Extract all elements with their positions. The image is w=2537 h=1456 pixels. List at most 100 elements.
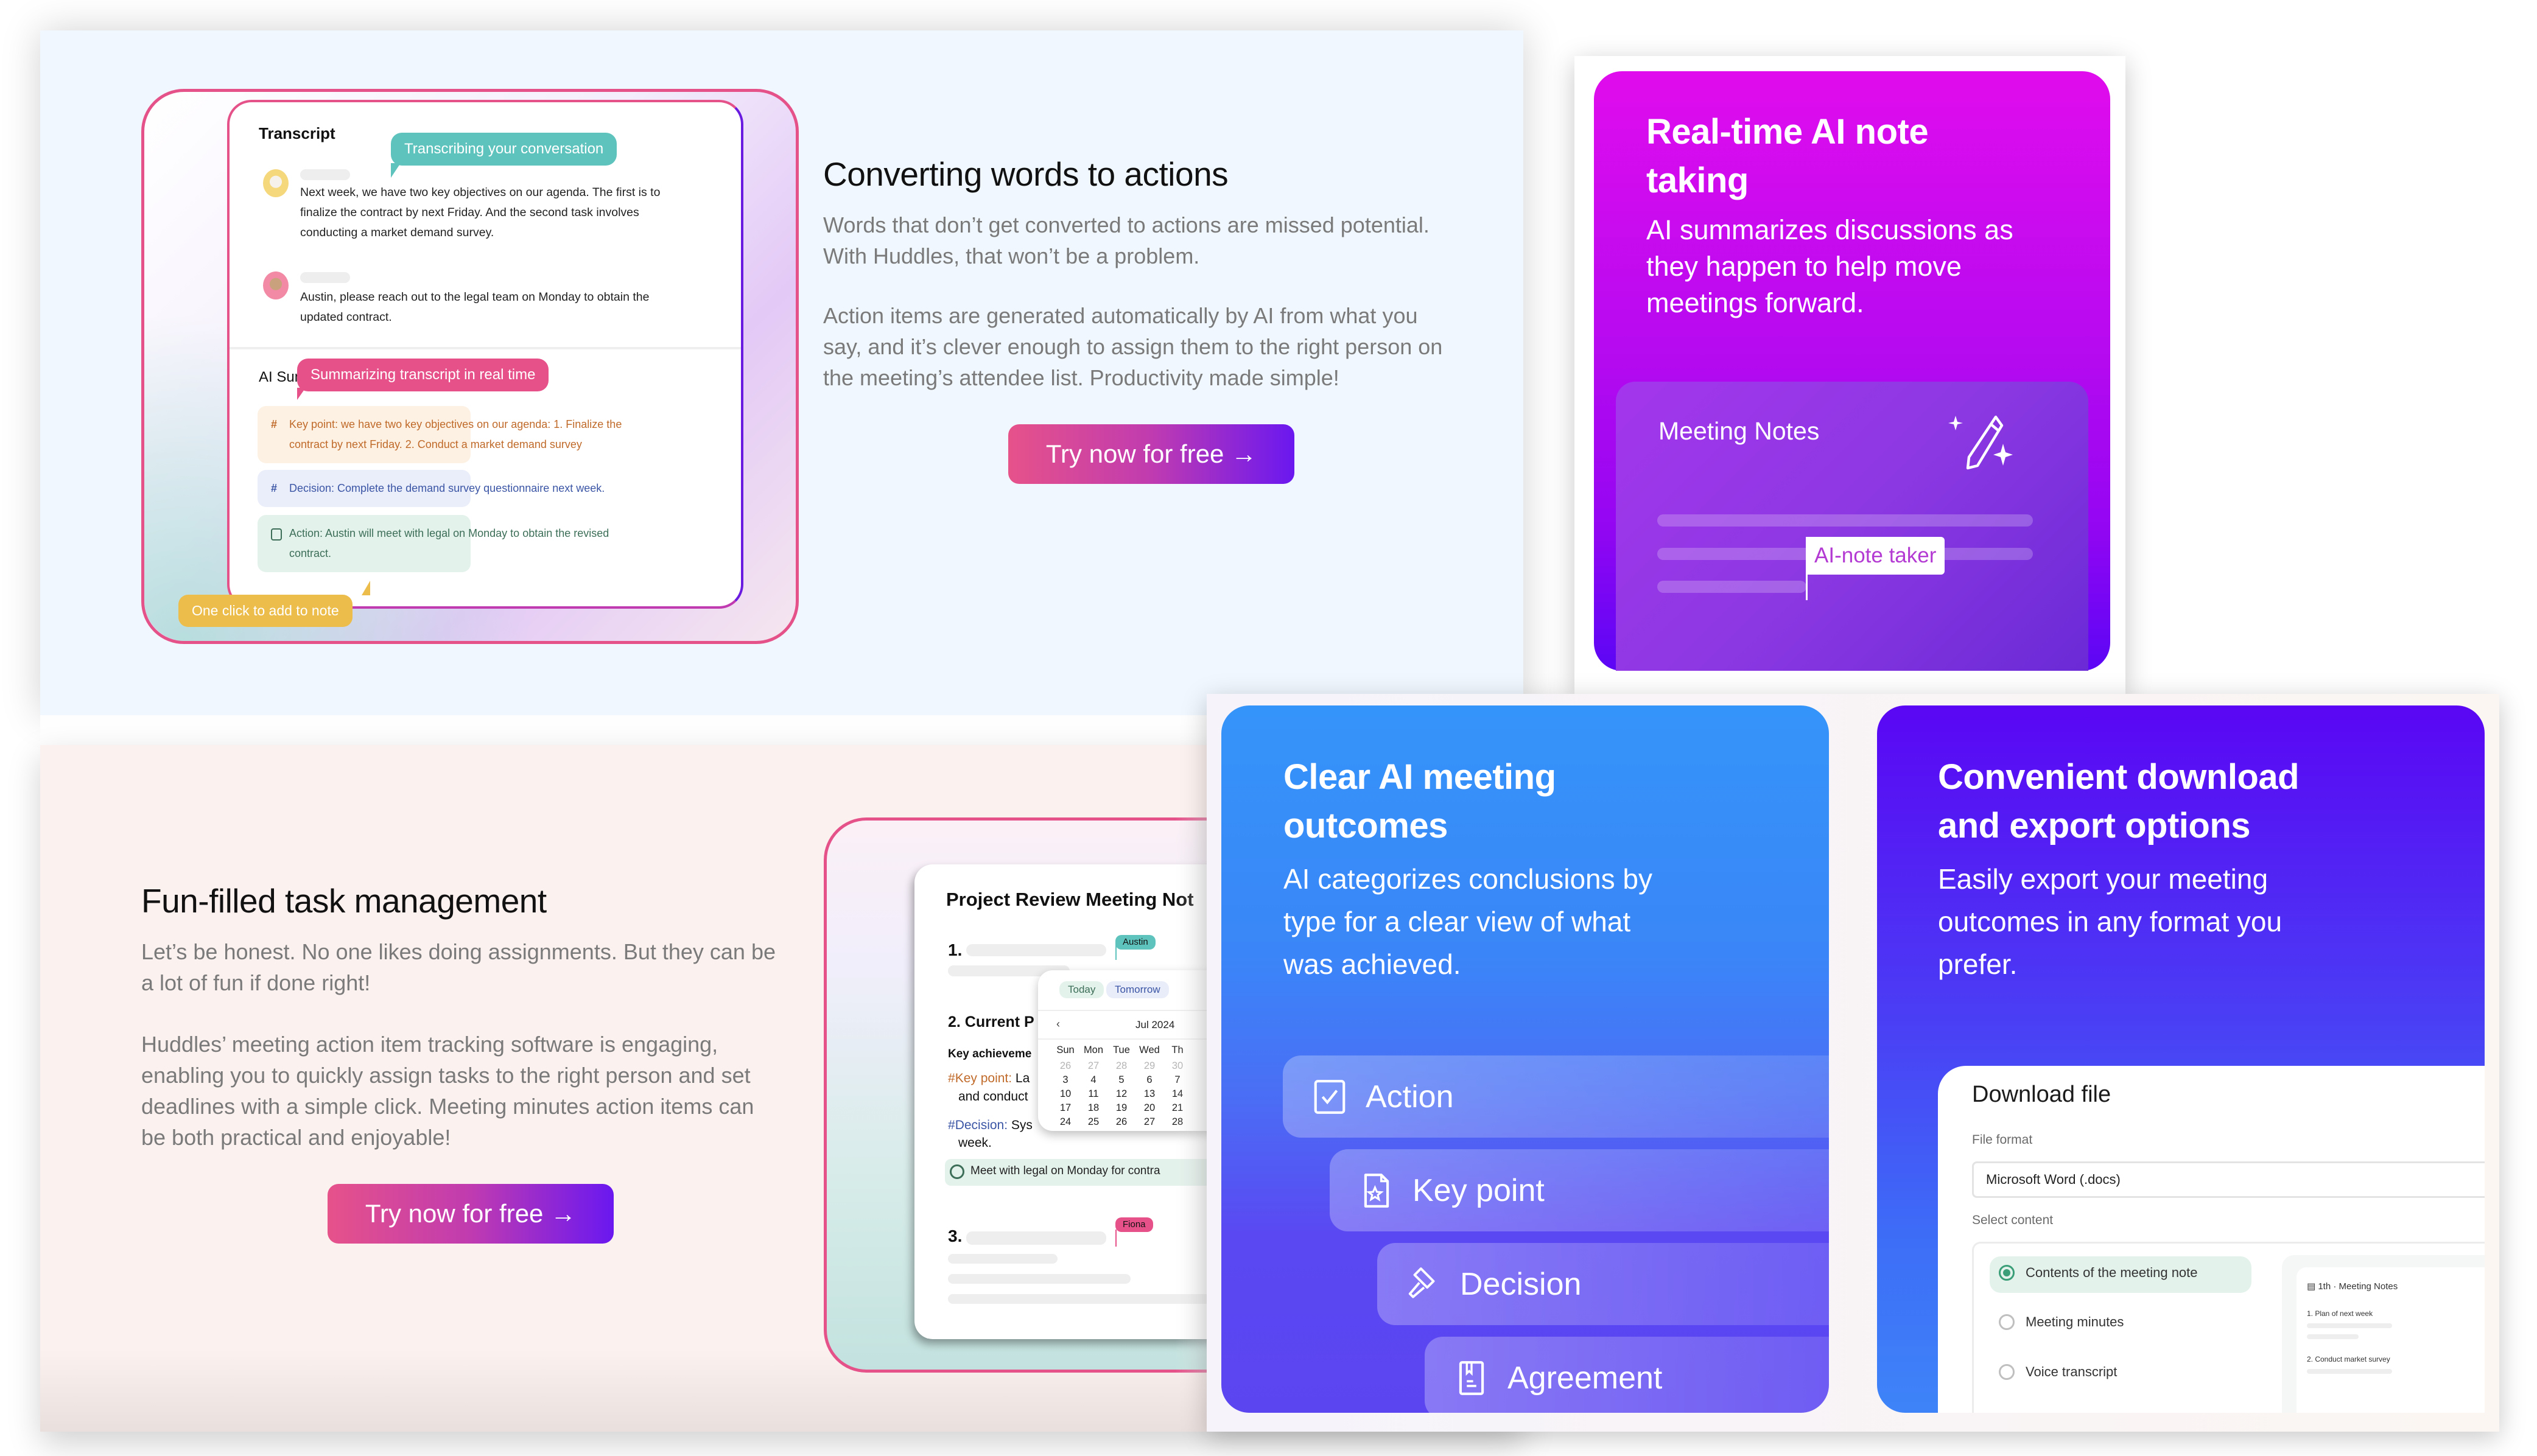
key-point-label: Key point: — [955, 1071, 1012, 1085]
option-label: Voice transcript — [2026, 1364, 2118, 1379]
calendar-day[interactable]: 17 — [1053, 1102, 1078, 1114]
category-label: Agreement — [1507, 1360, 1663, 1396]
task-checkbox-icon[interactable] — [950, 1164, 964, 1179]
calendar-day[interactable]: 19 — [1109, 1102, 1134, 1114]
calendar-day[interactable]: 26 — [1109, 1116, 1134, 1128]
calendar-day[interactable]: 13 — [1137, 1088, 1162, 1100]
calendar-day[interactable]: 29 — [1137, 1060, 1162, 1072]
message-line: Austin, please reach out to the legal te… — [300, 290, 650, 304]
calendar-day[interactable]: 25 — [1081, 1116, 1106, 1128]
description-line: meetings forward. — [1646, 287, 1864, 318]
text-placeholder — [948, 1274, 1131, 1284]
paragraph-line: Action items are generated automatically… — [823, 303, 1418, 328]
summary-line: contract by next Friday. 2. Conduct a ma… — [289, 438, 582, 450]
title-line: Clear AI meeting — [1283, 757, 1556, 797]
task-paragraph-1: Let’s be honest. No one likes doing assi… — [141, 936, 776, 998]
paragraph-line: deadlines with a simple click. Meeting m… — [141, 1094, 754, 1119]
paragraph-line: be both practical and enjoyable! — [141, 1125, 451, 1150]
description-line: Easily export your meeting — [1938, 863, 2269, 895]
title-line: Convenient download — [1938, 757, 2300, 797]
transcript-heading: Transcript — [259, 124, 335, 142]
select-content-label: Select content — [1972, 1213, 2054, 1227]
calendar-day[interactable]: 12 — [1109, 1088, 1134, 1100]
transcript-divider — [230, 347, 741, 349]
description-line: AI categorizes conclusions by — [1283, 863, 1652, 895]
transcript-message-1: Next week, we have two key objectives on… — [300, 183, 660, 243]
radio-icon[interactable] — [1999, 1314, 2015, 1330]
title-line: and export options — [1938, 806, 2251, 845]
speaker-name-placeholder — [300, 272, 350, 283]
category-label: Key point — [1412, 1172, 1545, 1208]
tomorrow-chip[interactable]: Tomorrow — [1106, 981, 1169, 998]
hash-icon: # — [948, 1118, 955, 1132]
item-number: 3. — [948, 1227, 963, 1245]
checkbox-icon[interactable] — [271, 528, 282, 541]
meeting-notes-preview: Meeting Notes AI-note taker — [1616, 382, 2088, 671]
calendar-day[interactable]: 5 — [1109, 1074, 1134, 1086]
option-voice-transcript[interactable]: Voice transcript — [1999, 1364, 2117, 1380]
paragraph-line: Huddles’ meeting action item tracking so… — [141, 1032, 718, 1057]
export-description: Easily export your meeting outcomes in a… — [1938, 858, 2282, 985]
calendar-day[interactable]: 28 — [1109, 1060, 1134, 1072]
file-format-select[interactable]: Microsoft Word (.docs) — [1972, 1161, 2485, 1198]
calendar-day[interactable]: 24 — [1053, 1116, 1078, 1128]
download-file-modal: Download file File format Microsoft Word… — [1938, 1066, 2485, 1413]
try-free-button-bottom[interactable]: Try now for free → — [328, 1184, 614, 1244]
assignee-tag-austin[interactable]: Austin — [1115, 935, 1156, 950]
message-line: Next week, we have two key objectives on… — [300, 186, 661, 199]
option-label: Contents of the meeting note — [2026, 1265, 2198, 1280]
preview-item-2: 2. Conduct market survey — [2307, 1355, 2390, 1363]
summary-line: Decision: Complete the demand survey que… — [289, 482, 605, 494]
calendar-day[interactable]: 3 — [1053, 1074, 1078, 1086]
calendar-day[interactable]: 27 — [1137, 1116, 1162, 1128]
transcribing-bubble: Transcribing your conversation — [391, 133, 617, 166]
weekday-label: Wed — [1139, 1045, 1160, 1055]
calendar-day[interactable]: 4 — [1081, 1074, 1106, 1086]
text-placeholder — [948, 1254, 1058, 1264]
outcomes-card: Clear AI meeting outcomes AI categorizes… — [1221, 705, 1829, 1413]
converting-paragraph-1: Words that don’t get converted to action… — [823, 209, 1430, 271]
summary-key-point[interactable]: # Key point: we have two key objectives … — [258, 406, 622, 463]
realtime-description: AI summarizes discussions as they happen… — [1646, 212, 2013, 321]
item-heading: 2. Current P — [948, 1013, 1034, 1031]
summary-action[interactable]: Action: Austin will meet with legal on M… — [258, 515, 609, 572]
paragraph-line: Let’s be honest. No one likes doing assi… — [141, 939, 776, 964]
option-meeting-note-contents[interactable]: Contents of the meeting note — [1999, 1265, 2198, 1281]
preview-document: ▤ 1th · Meeting Notes 1. Plan of next we… — [2297, 1267, 2485, 1413]
description-line: prefer. — [1938, 948, 2018, 980]
speaker-name-placeholder — [300, 169, 350, 180]
try-free-button-top[interactable]: Try now for free → — [1008, 424, 1294, 484]
calendar-day[interactable]: 26 — [1053, 1060, 1078, 1072]
assignee-tag-fiona[interactable]: Fiona — [1115, 1217, 1153, 1232]
preview-panel: ▤ 1th · Meeting Notes 1. Plan of next we… — [2282, 1255, 2485, 1413]
key-achievements: Key achieveme — [948, 1048, 1032, 1060]
calendar-day[interactable]: 20 — [1137, 1102, 1162, 1114]
calendar-day[interactable]: 6 — [1137, 1074, 1162, 1086]
realtime-title: Real-time AI note taking — [1646, 108, 1929, 205]
calendar-day[interactable]: 10 — [1053, 1088, 1078, 1100]
preview-title: ▤ 1th · Meeting Notes — [2307, 1281, 2398, 1292]
bubble-tail — [362, 581, 370, 595]
summary-line: contract. — [289, 547, 332, 559]
calendar-day[interactable]: 18 — [1081, 1102, 1106, 1114]
checkbox-icon — [1314, 1079, 1346, 1114]
prev-month-icon[interactable]: ‹ — [1056, 1018, 1060, 1031]
category-key-point[interactable]: Key point — [1330, 1149, 1829, 1231]
task-text: Meet with legal on Monday for contra — [970, 1164, 1160, 1177]
calendar-day[interactable]: 27 — [1081, 1060, 1106, 1072]
today-chip[interactable]: Today — [1059, 981, 1104, 998]
bookmark-document-icon — [1459, 1360, 1484, 1395]
paragraph-line: With Huddles, that won’t be a problem. — [823, 243, 1200, 268]
radio-selected-icon[interactable] — [1999, 1265, 2015, 1281]
hash-icon: # — [271, 482, 278, 494]
calendar-day[interactable]: 11 — [1081, 1088, 1106, 1100]
title-line: outcomes — [1283, 806, 1448, 845]
category-action[interactable]: Action — [1283, 1055, 1829, 1138]
category-decision[interactable]: Decision — [1377, 1243, 1829, 1325]
radio-icon[interactable] — [1999, 1364, 2015, 1380]
weekday-label: Sun — [1056, 1045, 1075, 1055]
add-to-note-bubble[interactable]: One click to add to note — [178, 595, 353, 627]
category-agreement[interactable]: Agreement — [1425, 1337, 1829, 1413]
summary-decision[interactable]: # Decision: Complete the demand survey q… — [258, 470, 605, 507]
option-meeting-minutes[interactable]: Meeting minutes — [1999, 1314, 2124, 1330]
